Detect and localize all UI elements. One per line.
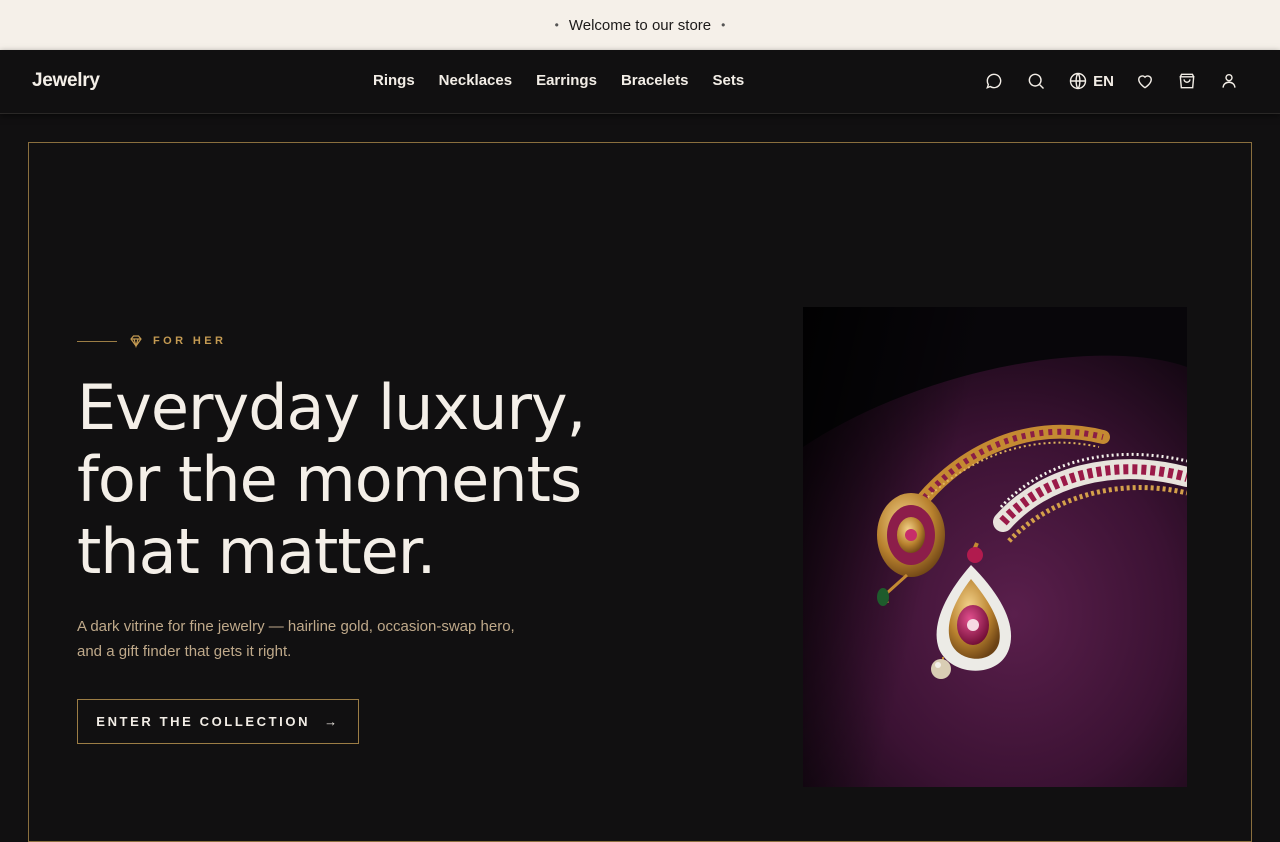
nav-bracelets[interactable]: Bracelets [621, 72, 689, 89]
announcement-bullet-right: • [721, 18, 726, 32]
necklace-image [803, 307, 1187, 787]
diamond-icon [129, 334, 143, 349]
enter-collection-button[interactable]: ENTER THE COLLECTION → [77, 699, 359, 744]
language-label: EN [1093, 72, 1114, 90]
header-actions: EN [983, 70, 1240, 92]
headline-line-2: for the moments [77, 443, 582, 516]
headline-line-3: that matter. [77, 515, 436, 588]
hero-subcopy: A dark vitrine for fine jewelry — hairli… [77, 618, 515, 660]
nav-sets[interactable]: Sets [712, 72, 744, 89]
nav-necklaces[interactable]: Necklaces [439, 72, 512, 89]
hero-headline: Everyday luxury, for the moments that ma… [77, 372, 757, 588]
cta-label: ENTER THE COLLECTION [96, 714, 311, 729]
eyebrow-line [77, 340, 117, 342]
arrow-right-icon: → [324, 714, 340, 729]
announcement-text: Welcome to our store [568, 16, 712, 34]
globe-icon [1067, 70, 1089, 92]
headline-line-1: Everyday luxury, [77, 371, 586, 444]
search-icon[interactable] [1025, 70, 1047, 92]
heart-icon[interactable] [1134, 70, 1156, 92]
nav-rings[interactable]: Rings [373, 72, 415, 89]
eyebrow-text: FOR HER [153, 335, 227, 347]
site-header: Jewelry Rings Necklaces Earrings Bracele… [0, 50, 1280, 114]
logo[interactable]: Jewelry [32, 70, 100, 92]
chat-icon[interactable] [983, 70, 1005, 92]
nav-earrings[interactable]: Earrings [536, 72, 597, 89]
hero-product-image [803, 307, 1187, 787]
announcement-bullet-left: • [554, 18, 559, 32]
user-icon[interactable] [1218, 70, 1240, 92]
main-nav: Rings Necklaces Earrings Bracelets Sets [373, 72, 744, 89]
cart-icon[interactable] [1176, 70, 1198, 92]
hero-eyebrow: FOR HER [77, 334, 227, 349]
language-selector[interactable]: EN [1067, 70, 1114, 92]
announcement-bar: • Welcome to our store • [0, 0, 1280, 50]
